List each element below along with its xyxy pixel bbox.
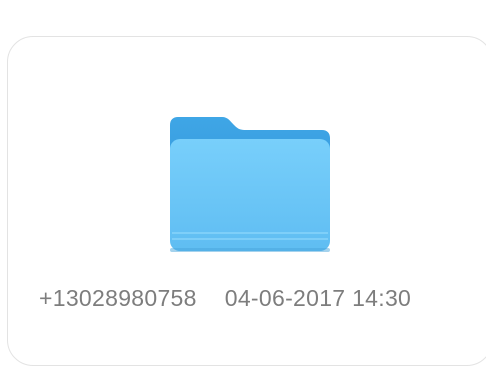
folder-date: 04-06-2017 14:30	[224, 284, 412, 311]
folder-label: +13028980758 04-06-2017 14:30	[39, 283, 469, 313]
folder-name: +13028980758	[39, 284, 197, 311]
folder-item-card[interactable]: +13028980758 04-06-2017 14:30	[7, 36, 486, 366]
folder-icon[interactable]	[170, 117, 332, 255]
